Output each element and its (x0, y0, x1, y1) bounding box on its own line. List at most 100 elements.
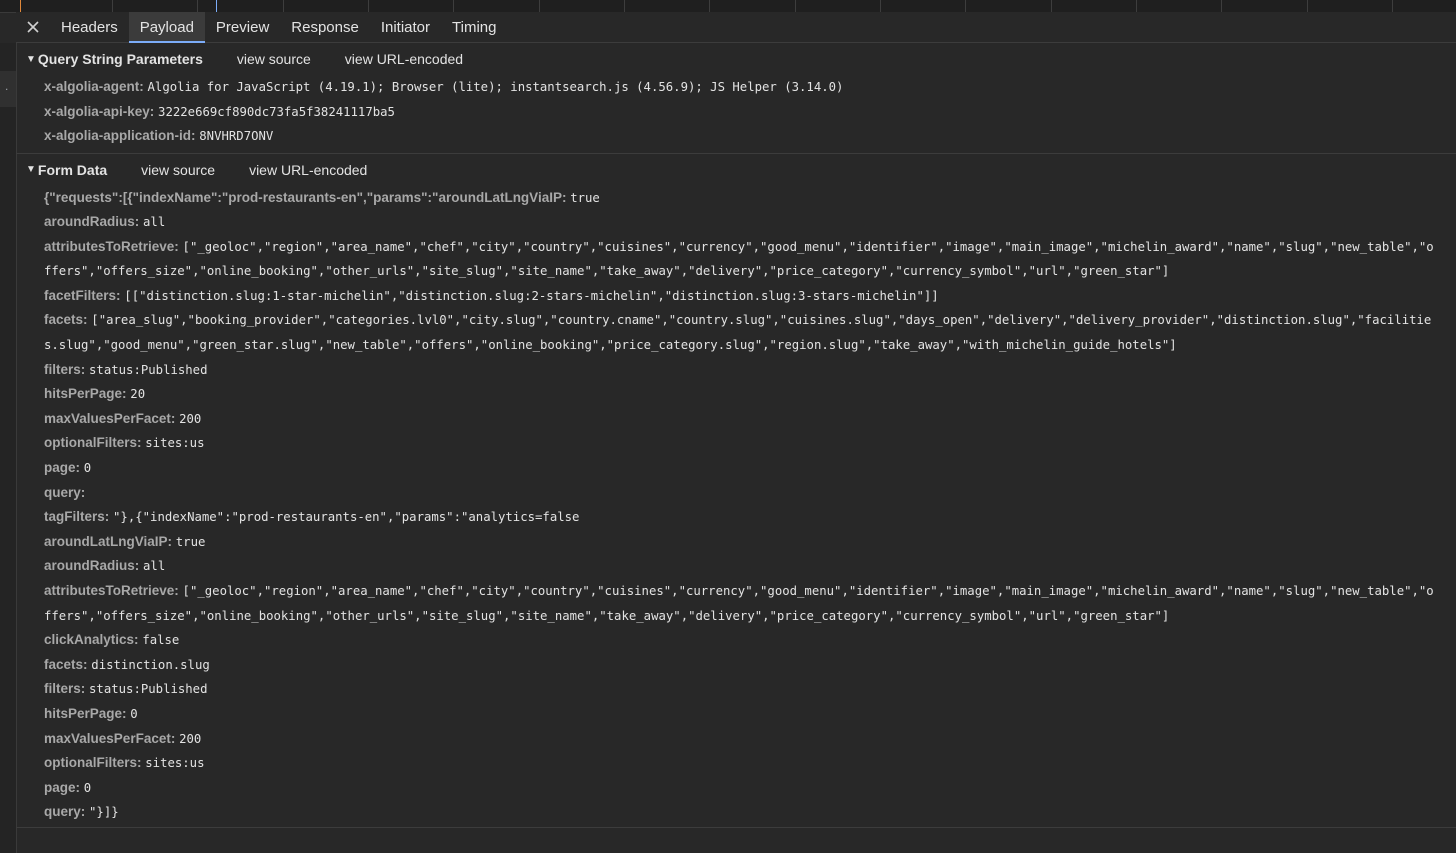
tab-preview[interactable]: Preview (205, 12, 280, 42)
query-string-rows: x-algolia-agent: Algolia for JavaScript … (16, 75, 1456, 153)
query-string-header: ▼ Query String Parameters view source vi… (16, 43, 1456, 75)
param-row: facets: ["area_slug","booking_provider",… (44, 308, 1456, 333)
param-value-continuation: ffers","offers_size","online_booking","o… (44, 264, 1170, 279)
param-key: query: (44, 804, 86, 820)
param-key: x-algolia-application-id: (44, 128, 196, 143)
tab-response[interactable]: Response (280, 12, 370, 42)
param-row: filters: status:Published (44, 358, 1456, 383)
param-key: filters: (44, 361, 86, 377)
param-value: true (570, 190, 600, 205)
param-value: all (143, 215, 166, 230)
timeline-tick (112, 0, 113, 12)
timeline-tick (709, 0, 710, 12)
param-row: page: 0 (44, 776, 1456, 801)
param-value: ["area_slug","booking_provider","categor… (91, 313, 1432, 328)
param-row: maxValuesPerFacet: 200 (44, 727, 1456, 752)
param-key: query: (44, 484, 86, 500)
param-key: tagFilters: (44, 509, 110, 525)
param-value: all (143, 559, 166, 574)
param-value: distinction.slug (91, 657, 210, 672)
view-url-encoded-button[interactable]: view URL-encoded (249, 162, 367, 178)
form-data-toggle[interactable]: ▼ Form Data (26, 162, 107, 178)
param-value: 3222e669cf890dc73fa5f38241117ba5 (158, 104, 395, 119)
payload-panel: ▼ Query String Parameters view source vi… (16, 43, 1456, 853)
param-key: aroundRadius: (44, 214, 140, 230)
param-value: status:Published (89, 682, 208, 697)
param-row: x-algolia-agent: Algolia for JavaScript … (44, 75, 1456, 100)
param-value: "}]} (89, 805, 119, 820)
param-row: optionalFilters: sites:us (44, 431, 1456, 456)
param-key: x-algolia-api-key: (44, 103, 155, 119)
timeline-tick (965, 0, 966, 12)
param-row: query: "}]} (44, 800, 1456, 825)
timeline-tick (624, 0, 625, 12)
view-source-button[interactable]: view source (141, 162, 215, 178)
param-row: aroundRadius: all (44, 210, 1456, 235)
triangle-down-icon: ▼ (26, 53, 36, 65)
param-row: tagFilters: "},{"indexName":"prod-restau… (44, 505, 1456, 530)
param-value: [["distinction.slug:1-star-michelin","di… (124, 288, 939, 303)
param-key: page: (44, 779, 81, 795)
timeline-tick (1136, 0, 1137, 12)
selected-request-row[interactable]: . (0, 71, 16, 107)
param-key: maxValuesPerFacet: (44, 410, 176, 426)
param-value: false (142, 633, 180, 648)
param-row: filters: status:Published (44, 677, 1456, 702)
tab-timing[interactable]: Timing (441, 12, 507, 42)
param-key: aroundLatLngViaIP: (44, 533, 173, 549)
view-source-button[interactable]: view source (237, 51, 311, 67)
timeline-tick (283, 0, 284, 12)
tab-initiator[interactable]: Initiator (370, 12, 441, 42)
request-list-gutter[interactable]: . (0, 43, 17, 853)
timeline-tick (453, 0, 454, 12)
triangle-down-icon: ▼ (26, 164, 36, 175)
close-button[interactable] (16, 12, 50, 42)
timeline-tick (1051, 0, 1052, 12)
param-key: maxValuesPerFacet: (44, 730, 176, 746)
param-value: 0 (83, 461, 92, 476)
query-string-toggle[interactable]: ▼ Query String Parameters (26, 51, 203, 67)
param-value: status:Published (89, 362, 208, 377)
param-value: 200 (179, 731, 202, 746)
param-row: x-algolia-application-id: 8NVHRD7ONV (44, 124, 1456, 149)
param-row: aroundLatLngViaIP: true (44, 530, 1456, 555)
param-row: optionalFilters: sites:us (44, 751, 1456, 776)
section-title: Query String Parameters (37, 51, 203, 67)
param-key: aroundRadius: (44, 558, 140, 574)
param-row: attributesToRetrieve: ["_geoloc","region… (44, 579, 1456, 604)
timeline-tick (880, 0, 881, 12)
param-row: hitsPerPage: 20 (44, 382, 1456, 407)
param-value: ["_geoloc","region","area_name","chef","… (182, 584, 1434, 598)
timeline-tick (795, 0, 796, 12)
timeline-tick (20, 0, 21, 12)
param-value-continuation: ffers","offers_size","online_booking","o… (44, 608, 1170, 623)
param-row: {"requests":[{"indexName":"prod-restaura… (44, 186, 1456, 211)
param-value: 200 (179, 411, 202, 426)
close-icon (27, 21, 39, 33)
timeline-tick (216, 0, 217, 12)
param-value: 0 (83, 780, 92, 795)
param-value: "},{"indexName":"prod-restaurants-en","p… (113, 510, 580, 525)
section-title: Form Data (37, 161, 108, 178)
form-data-header: ▼ Form Data view source view URL-encoded (16, 154, 1456, 186)
param-key: clickAnalytics: (44, 632, 139, 648)
param-key: attributesToRetrieve: (44, 583, 179, 598)
param-row: clickAnalytics: false (44, 628, 1456, 653)
timeline-tick (539, 0, 540, 12)
param-key: optionalFilters: (44, 435, 142, 451)
param-row: attributesToRetrieve: ["_geoloc","region… (44, 235, 1456, 260)
param-key: optionalFilters: (44, 755, 142, 771)
form-data-rows: {"requests":[{"indexName":"prod-restaura… (16, 186, 1456, 827)
param-value: Algolia for JavaScript (4.19.1); Browser… (147, 80, 844, 94)
param-value: ["_geoloc","region","area_name","chef","… (182, 239, 1434, 254)
param-value: sites:us (145, 436, 205, 451)
timeline-tick (1307, 0, 1308, 12)
view-url-encoded-button[interactable]: view URL-encoded (345, 51, 463, 67)
param-row: x-algolia-api-key: 3222e669cf890dc73fa5f… (44, 100, 1456, 125)
tab-headers[interactable]: Headers (50, 12, 129, 42)
param-key: {"requests":[{"indexName":"prod-restaura… (44, 189, 567, 205)
tab-payload[interactable]: Payload (128, 12, 206, 43)
param-row: facetFilters: [["distinction.slug:1-star… (44, 284, 1456, 309)
timeline-tick (1221, 0, 1222, 12)
param-value: 0 (130, 706, 138, 721)
